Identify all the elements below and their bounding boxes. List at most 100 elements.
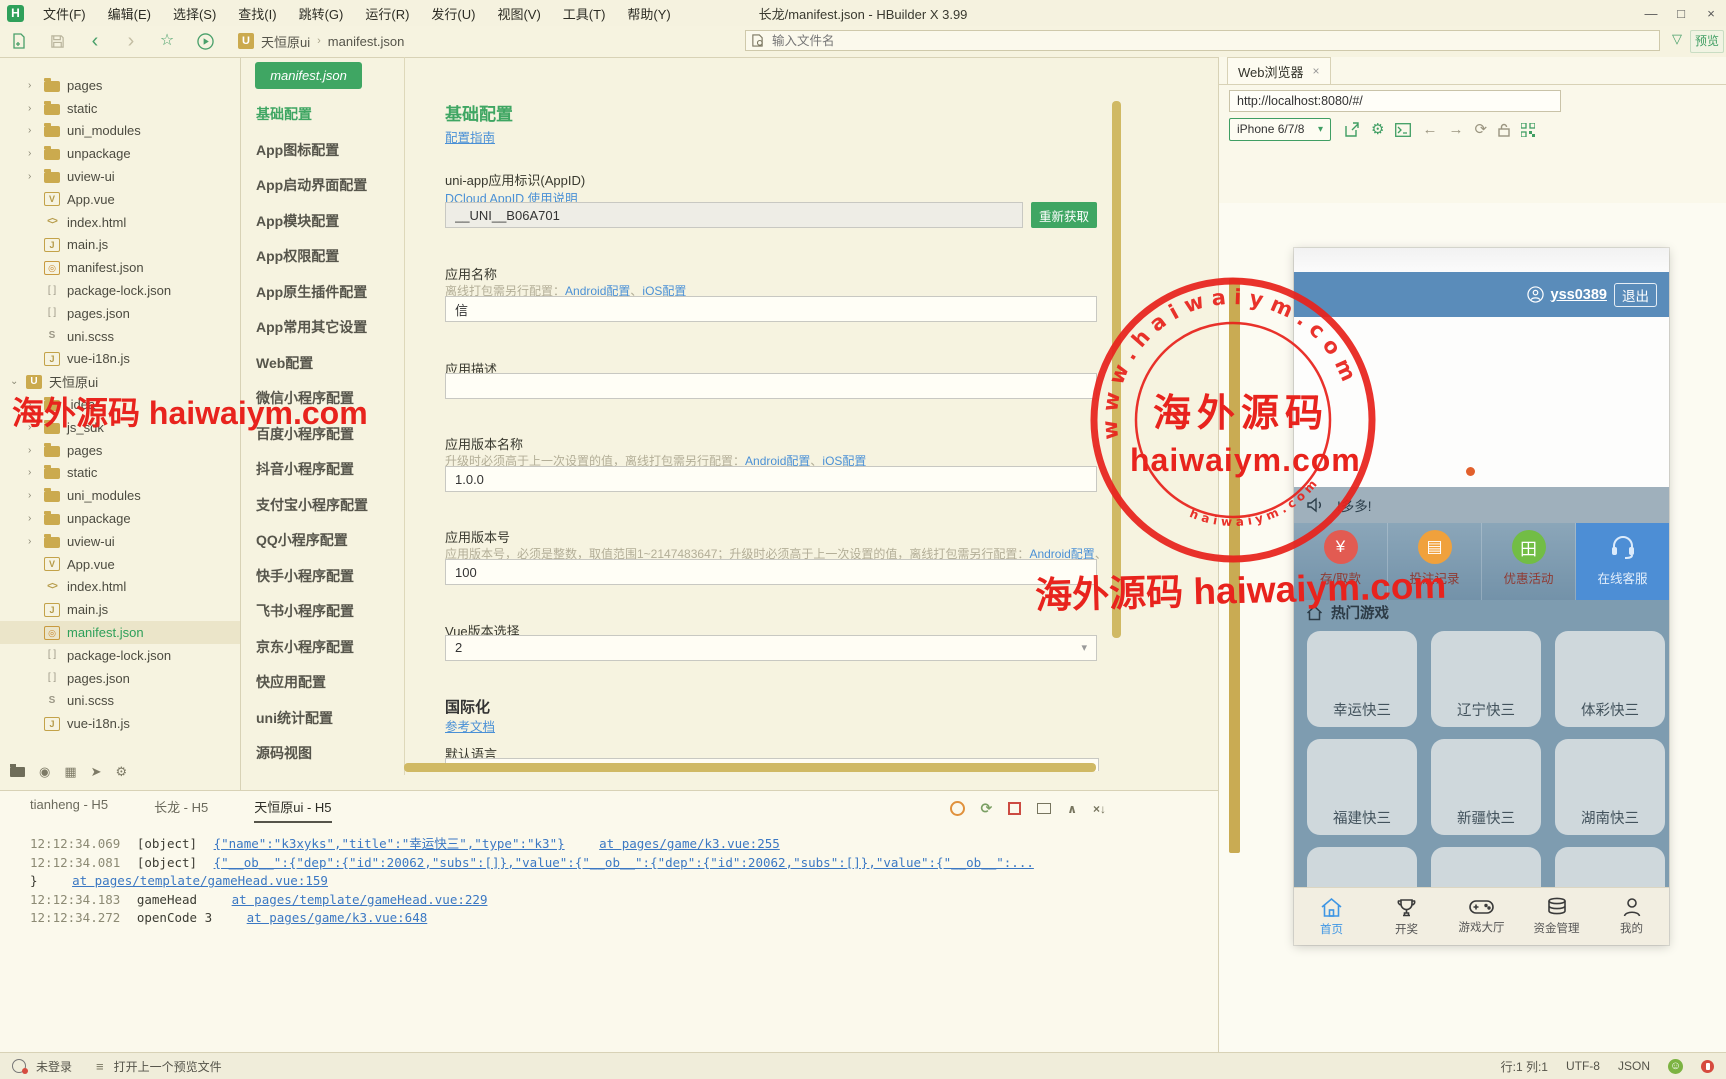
manifest-section[interactable]: uni统计配置 — [256, 701, 406, 737]
tree-item[interactable]: › unpackage — [0, 507, 240, 530]
editor-vertical-scrollbar[interactable] — [1112, 101, 1121, 638]
menu-item[interactable]: 查找(I) — [227, 4, 287, 23]
tree-item[interactable]: › .idea — [0, 393, 240, 416]
chevron-icon[interactable]: › — [28, 467, 42, 478]
qr-code-icon[interactable] — [1521, 122, 1536, 137]
app-desc-input[interactable] — [445, 373, 1097, 399]
tree-item[interactable]: J main.js — [0, 598, 240, 621]
game-tile[interactable]: 体彩快三 — [1555, 631, 1665, 727]
version-name-input[interactable] — [445, 466, 1097, 492]
send-icon[interactable]: ➤ — [91, 764, 102, 780]
chevron-icon[interactable]: › — [28, 536, 42, 547]
menu-item[interactable]: 文件(F) — [32, 4, 97, 23]
log-source-link[interactable]: at pages/game/k3.vue:648 — [247, 910, 428, 925]
chevron-icon[interactable]: › — [28, 125, 42, 136]
banner-carousel[interactable] — [1294, 317, 1669, 487]
url-input[interactable] — [1229, 90, 1561, 112]
tree-item[interactable]: ◎ manifest.json — [0, 621, 240, 644]
debug-icon[interactable] — [949, 801, 965, 816]
browser-tab[interactable]: Web浏览器 × — [1227, 57, 1331, 84]
game-tile[interactable]: 新疆快三 — [1431, 739, 1541, 835]
tree-item[interactable]: [ ] package-lock.json — [0, 644, 240, 667]
manifest-section[interactable]: QQ小程序配置 — [256, 523, 406, 559]
filter-icon[interactable]: ▽ — [1672, 31, 1682, 47]
tree-item[interactable]: V App.vue — [0, 188, 240, 211]
preview-button[interactable]: 预览 — [1690, 30, 1724, 53]
manifest-section[interactable]: Web配置 — [256, 346, 406, 382]
logout-button[interactable]: 退出 — [1614, 282, 1657, 307]
menu-item[interactable]: 选择(S) — [162, 4, 227, 23]
forward-icon[interactable]: › — [120, 26, 142, 56]
editor-horizontal-scrollbar[interactable] — [404, 763, 1096, 772]
tree-item[interactable]: › static — [0, 462, 240, 485]
refresh-icon[interactable]: ⟳ — [1474, 122, 1487, 137]
back-icon[interactable]: ‹ — [84, 26, 106, 56]
new-file-icon[interactable] — [8, 26, 30, 49]
monkey-icon[interactable]: ◉ — [39, 764, 50, 780]
manifest-section[interactable]: 京东小程序配置 — [256, 630, 406, 666]
tree-item[interactable]: V App.vue — [0, 553, 240, 576]
log-source-link[interactable]: at pages/template/gameHead.vue:159 — [72, 873, 328, 888]
menu-item[interactable]: 帮助(Y) — [616, 4, 681, 23]
log-source-link[interactable]: at pages/game/k3.vue:255 — [599, 836, 780, 851]
maximize-button[interactable]: □ — [1666, 6, 1696, 21]
filetype[interactable]: JSON — [1618, 1059, 1650, 1073]
manifest-section[interactable]: 支付宝小程序配置 — [256, 488, 406, 524]
tab-game-hall[interactable]: 游戏大厅 — [1444, 888, 1519, 945]
manifest-section[interactable]: 基础配置 — [256, 97, 406, 133]
collapse-icon[interactable]: ∧ — [1067, 802, 1077, 816]
page-scrollbar[interactable] — [1229, 278, 1240, 853]
encoding[interactable]: UTF-8 — [1566, 1059, 1600, 1073]
manifest-section[interactable]: 微信小程序配置 — [256, 381, 406, 417]
tree-item[interactable]: [ ] pages.json — [0, 667, 240, 690]
close-tab-icon[interactable]: × — [1313, 64, 1320, 78]
tree-item[interactable]: › pages — [0, 439, 240, 462]
bet-records-button[interactable]: ▤ 投注记录 — [1388, 523, 1482, 600]
console-icon[interactable] — [1395, 122, 1412, 137]
save-icon[interactable] — [46, 26, 68, 49]
appid-input[interactable] — [445, 202, 1023, 228]
menu-item[interactable]: 发行(U) — [420, 4, 486, 23]
open-external-icon[interactable] — [1345, 122, 1360, 137]
i18n-doc-link[interactable]: 参考文档 — [445, 716, 495, 735]
app-name-input[interactable] — [445, 296, 1097, 322]
chevron-icon[interactable]: › — [28, 399, 42, 410]
tree-item[interactable]: ⌄ U 天恒原ui — [0, 370, 240, 393]
tree-item[interactable]: <> index.html — [0, 211, 240, 234]
menu-item[interactable]: 编辑(E) — [97, 4, 162, 23]
tree-item[interactable]: › js_sdk — [0, 416, 240, 439]
tree-item[interactable]: › pages — [0, 74, 240, 97]
tree-item[interactable]: <> index.html — [0, 576, 240, 599]
log-source-link[interactable]: at pages/template/gameHead.vue:229 — [232, 892, 488, 907]
cursor-position[interactable]: 行:1 列:1 — [1501, 1058, 1548, 1075]
chevron-icon[interactable]: › — [28, 422, 42, 433]
menu-item[interactable]: 运行(R) — [354, 4, 420, 23]
announcement-bar[interactable]: !多多! — [1294, 487, 1669, 523]
vue-version-select[interactable]: ▾ 2 — [445, 635, 1097, 661]
manifest-section[interactable]: 快应用配置 — [256, 665, 406, 701]
minimize-button[interactable]: — — [1636, 6, 1666, 21]
chevron-icon[interactable]: ⌄ — [10, 376, 24, 387]
refresh-appid-button[interactable]: 重新获取 — [1031, 202, 1097, 228]
tree-item[interactable]: S uni.scss — [0, 690, 240, 713]
deposit-withdraw-button[interactable]: ¥ 存/取款 — [1294, 523, 1388, 600]
manifest-section[interactable]: App模块配置 — [256, 204, 406, 240]
menu-item[interactable]: 跳转(G) — [288, 4, 355, 23]
tab-profile[interactable]: 我的 — [1594, 888, 1669, 945]
breadcrumb-project[interactable]: 天恒原ui — [261, 32, 310, 51]
device-select[interactable]: ▾ iPhone 6/7/8 — [1229, 118, 1331, 141]
chevron-icon[interactable]: › — [28, 445, 42, 456]
console-tab[interactable]: 天恒原ui - H5 — [254, 797, 332, 823]
manifest-section[interactable]: App图标配置 — [256, 133, 406, 169]
console-tab[interactable]: 长龙 - H5 — [154, 797, 208, 823]
manifest-file-tab[interactable]: manifest.json — [255, 62, 362, 89]
clear-log-icon[interactable]: ×↓ — [1093, 802, 1106, 816]
chevron-icon[interactable]: › — [28, 148, 42, 159]
tree-item[interactable]: J vue-i18n.js — [0, 712, 240, 735]
manifest-section[interactable]: App启动界面配置 — [256, 168, 406, 204]
folders-icon[interactable] — [10, 764, 25, 777]
tree-item[interactable]: › uni_modules — [0, 484, 240, 507]
close-button[interactable]: × — [1696, 6, 1726, 21]
back-icon[interactable]: ← — [1422, 122, 1437, 137]
tree-item[interactable]: [ ] package-lock.json — [0, 279, 240, 302]
